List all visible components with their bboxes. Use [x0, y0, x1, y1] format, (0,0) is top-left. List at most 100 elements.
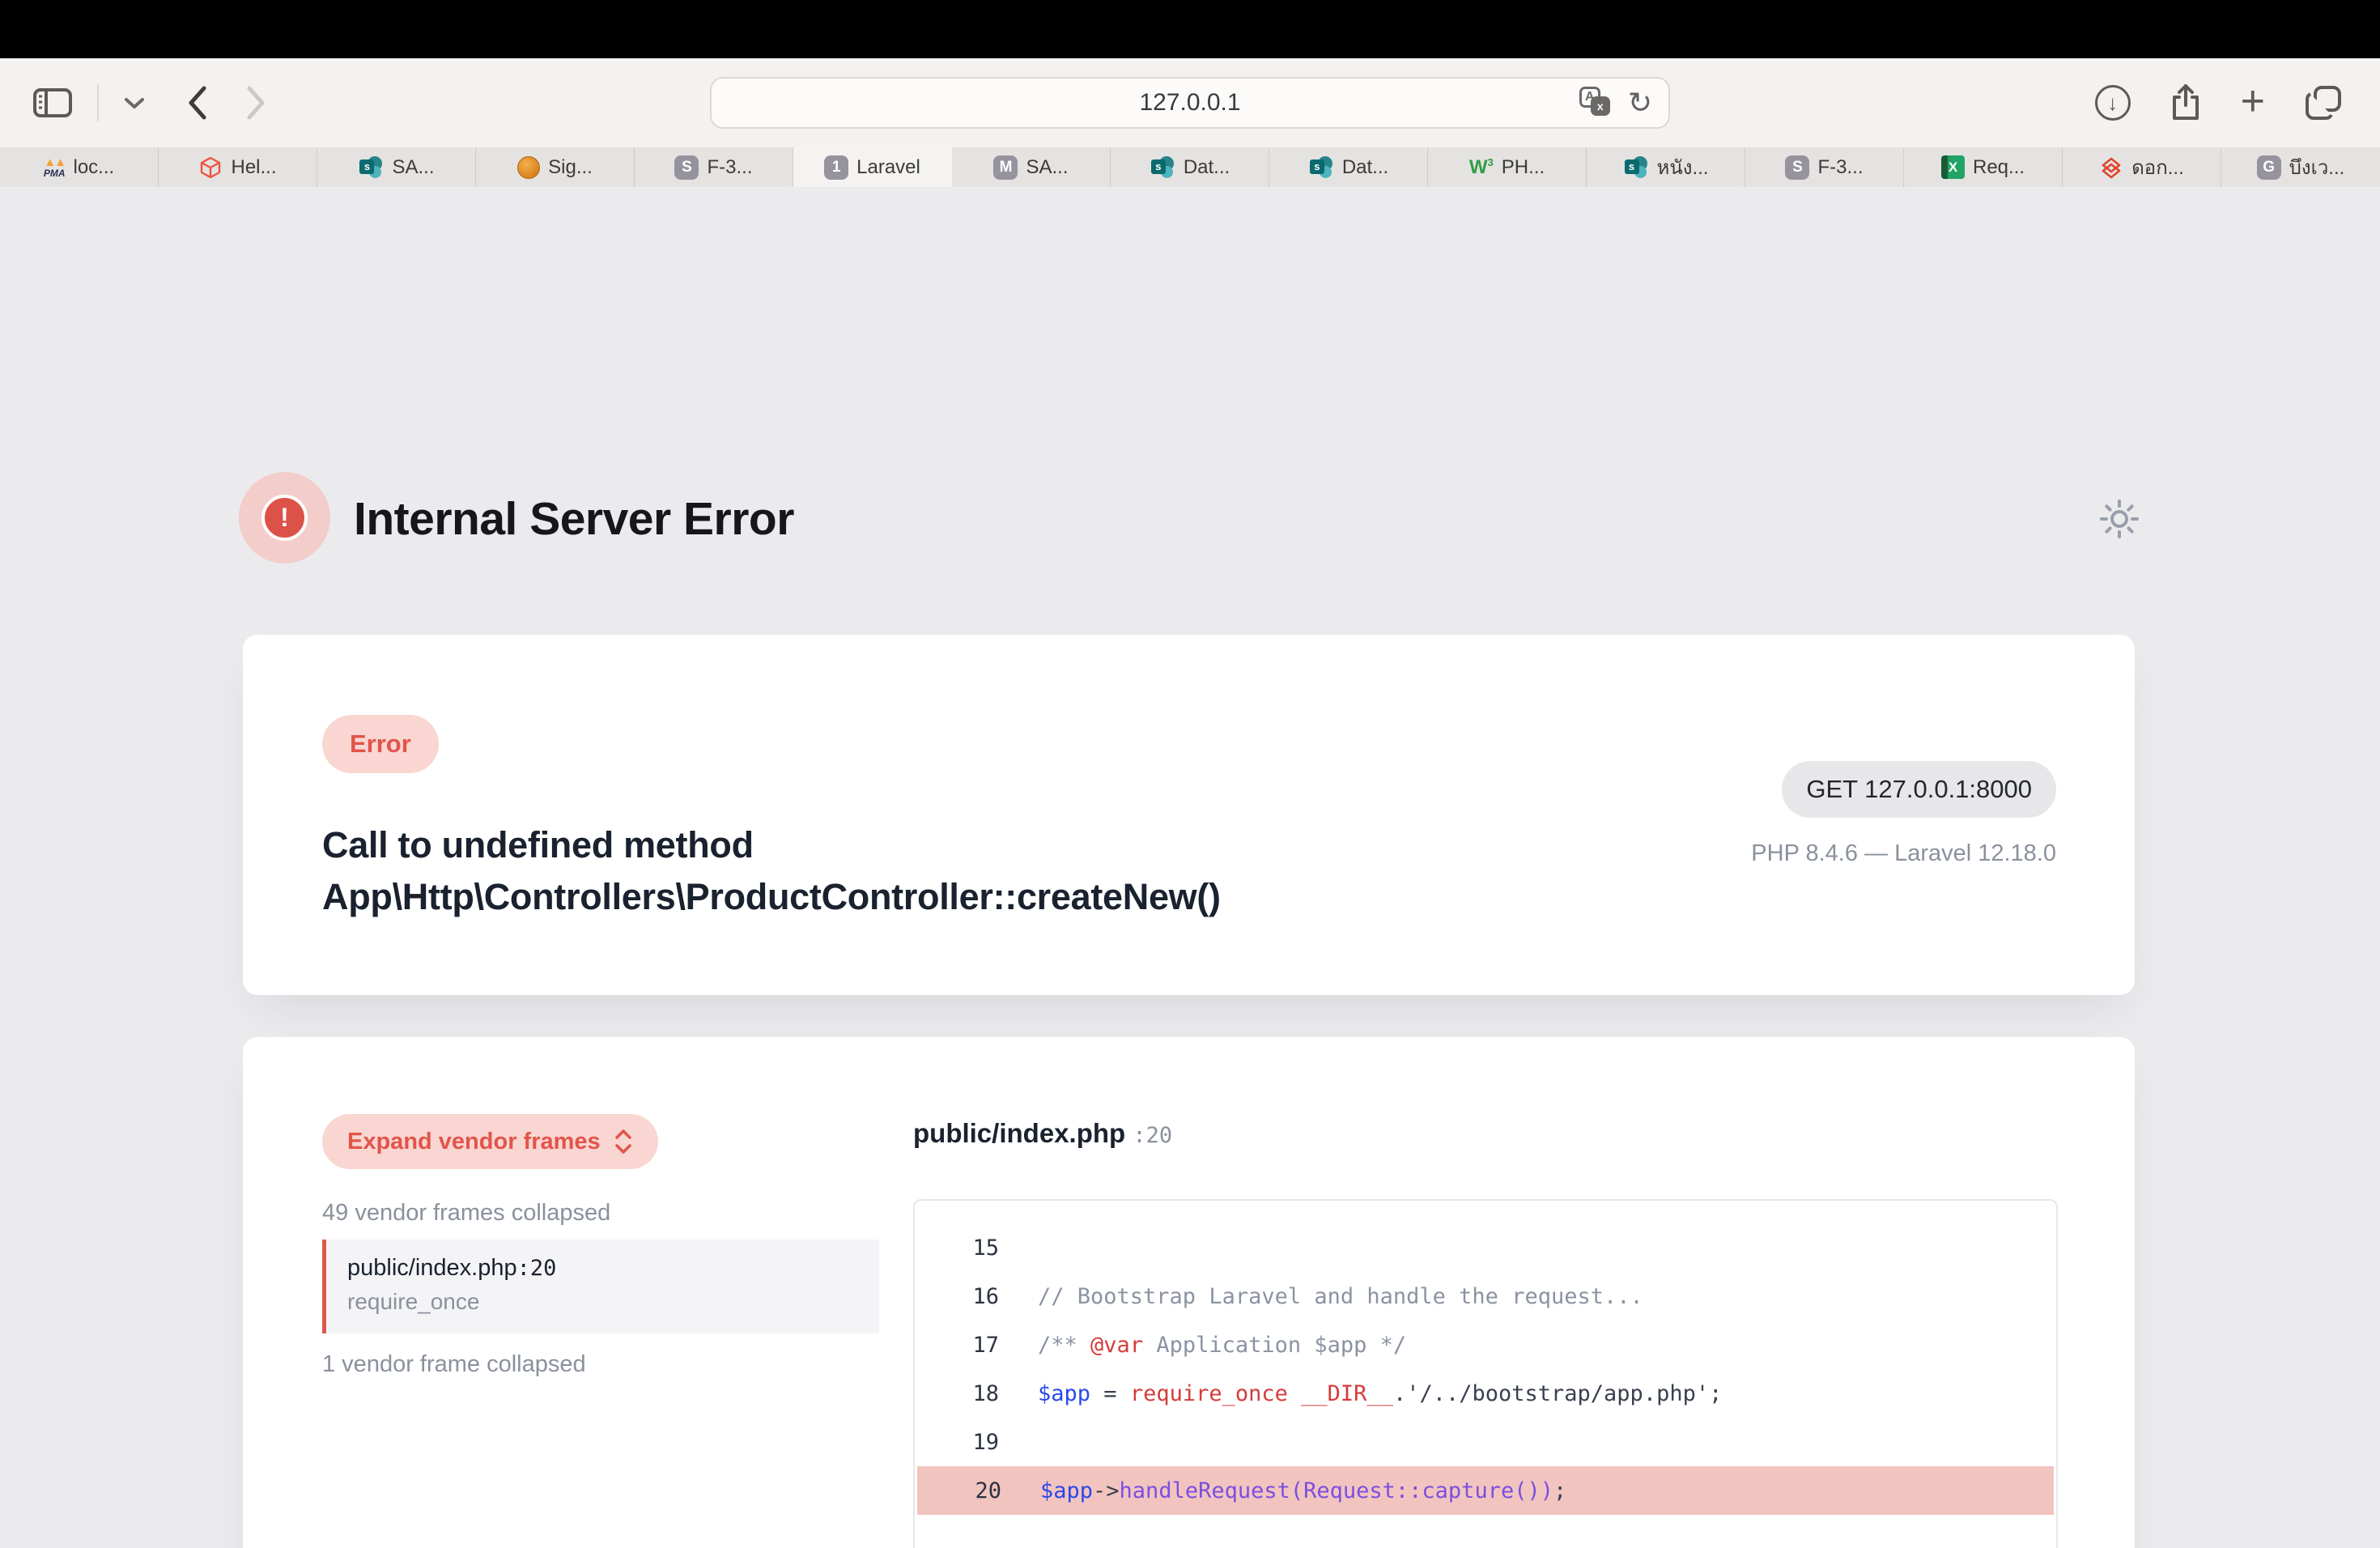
- theme-toggle-sun-icon[interactable]: [2098, 498, 2140, 540]
- tab-label: SA...: [1026, 156, 1068, 179]
- version-info: PHP 8.4.6 — Laravel 12.18.0: [1751, 840, 2056, 867]
- tab-1[interactable]: ▲▲PMA loc...: [0, 147, 159, 187]
- code-text: $app->handleRequest(Request::capture());: [1040, 1478, 1566, 1503]
- expand-vendor-frames-button[interactable]: Expand vendor frames: [322, 1114, 658, 1169]
- exclamation-icon: !: [261, 495, 308, 541]
- back-icon[interactable]: [185, 83, 209, 122]
- tab-4[interactable]: Sig...: [476, 147, 635, 187]
- tab-label: บึงเว...: [2289, 151, 2345, 183]
- tab-label: หนัง...: [1657, 151, 1709, 183]
- url-text: 127.0.0.1: [1139, 89, 1240, 117]
- tab-label: SA...: [392, 156, 434, 179]
- frame-file: public/index.php:20: [347, 1255, 879, 1282]
- tab-11[interactable]: s หนัง...: [1587, 147, 1745, 187]
- tab-overview-icon[interactable]: [2304, 84, 2343, 121]
- tab-10[interactable]: W3 PH...: [1428, 147, 1587, 187]
- reload-icon[interactable]: ↻: [1628, 88, 1652, 117]
- code-text: // Bootstrap Laravel and handle the requ…: [1038, 1284, 1643, 1309]
- tab-14[interactable]: ดอก...: [2063, 147, 2221, 187]
- code-line-20-highlighted: 20 $app->handleRequest(Request::capture()…: [917, 1466, 2054, 1515]
- vendor-frames-collapsed-bottom: 1 vendor frame collapsed: [322, 1351, 586, 1378]
- laravel-icon: [198, 155, 223, 180]
- error-message: Call to undefined method App\Http\Contro…: [322, 819, 1221, 923]
- tab-9[interactable]: s Dat...: [1269, 147, 1428, 187]
- stack-frame-item[interactable]: public/index.php:20 require_once: [322, 1240, 879, 1333]
- tab-label: F-3...: [1817, 156, 1863, 179]
- letter-badge-icon: 1: [824, 155, 848, 180]
- tab-2[interactable]: Hel...: [159, 147, 317, 187]
- letter-badge-icon: S: [1785, 155, 1809, 180]
- screen: 127.0.0.1 A x ↻ ↓ + ▲▲PMAloc...Hel...sSA…: [0, 0, 2380, 1548]
- error-type-badge: Error: [322, 715, 439, 773]
- letter-badge-icon: S: [674, 155, 699, 180]
- tab-13[interactable]: X Req...: [1904, 147, 2063, 187]
- tab-label: F-3...: [707, 156, 752, 179]
- tab-8[interactable]: s Dat...: [1111, 147, 1269, 187]
- code-file-header: public/index.php :20: [913, 1118, 1172, 1149]
- sharepoint-icon: s: [358, 155, 384, 181]
- line-number: 19: [915, 1430, 999, 1455]
- share-icon[interactable]: [2170, 83, 2202, 123]
- line-number: 17: [915, 1333, 999, 1358]
- frame-method: require_once: [347, 1289, 879, 1315]
- tab-label: ดอก...: [2131, 151, 2184, 183]
- code-line-15: 15: [915, 1223, 2056, 1272]
- sharepoint-icon: s: [1150, 155, 1175, 181]
- forward-icon[interactable]: [244, 83, 269, 122]
- line-number: 18: [915, 1381, 999, 1406]
- tab-label: PH...: [1502, 156, 1545, 179]
- line-number: 16: [915, 1284, 999, 1309]
- code-line-19: 19: [915, 1418, 2056, 1466]
- translate-icon[interactable]: A x: [1579, 85, 1615, 121]
- tab-7[interactable]: M SA...: [952, 147, 1111, 187]
- expand-chevrons-icon: [614, 1128, 633, 1155]
- tab-bar: ▲▲PMA loc... Hel... s SA... Sig... S F-3... 1 Lar…: [0, 147, 2380, 187]
- sharepoint-icon: s: [1623, 155, 1649, 181]
- code-line-16: 16 // Bootstrap Laravel and handle the re…: [915, 1272, 2056, 1320]
- page-title: Internal Server Error: [354, 492, 794, 546]
- request-badge: GET 127.0.0.1:8000: [1782, 761, 2056, 818]
- code-text: $app = require_once __DIR__.'/../bootstr…: [1038, 1381, 1722, 1406]
- error-summary-card: Error Call to undefined method App\Http\…: [243, 635, 2135, 995]
- tab-6-active[interactable]: 1 Laravel: [793, 147, 952, 187]
- tab-5[interactable]: S F-3...: [635, 147, 793, 187]
- line-number: 15: [915, 1235, 999, 1261]
- sharepoint-icon: s: [1308, 155, 1334, 181]
- code-text: /** @var Application $app */: [1038, 1333, 1406, 1358]
- code-line-17: 17 /** @var Application $app */: [915, 1320, 2056, 1369]
- phpmyadmin-icon: ▲▲PMA: [44, 156, 66, 178]
- error-message-line2: App\Http\Controllers\ProductController::…: [322, 871, 1221, 923]
- red-chevrons-icon: [2099, 155, 2123, 180]
- tab-label: Hel...: [231, 156, 276, 179]
- excel-icon: X: [1941, 155, 1965, 179]
- letter-badge-icon: M: [993, 155, 1018, 180]
- letter-badge-icon: G: [2257, 155, 2281, 180]
- w3schools-icon: W3: [1469, 157, 1494, 177]
- vendor-frames-collapsed-top: 49 vendor frames collapsed: [322, 1200, 610, 1227]
- new-tab-icon[interactable]: +: [2241, 80, 2265, 122]
- tab-12[interactable]: S F-3...: [1745, 147, 1904, 187]
- tab-label: Dat...: [1342, 156, 1388, 179]
- stack-trace-card: Expand vendor frames 49 vendor frames co…: [243, 1037, 2135, 1548]
- download-icon[interactable]: ↓: [2095, 85, 2131, 121]
- tab-label: loc...: [73, 156, 114, 179]
- error-page: ! Internal Server Error Error Call to un…: [0, 187, 2380, 1548]
- tab-label: Req...: [1973, 156, 2025, 179]
- orange-badge-icon: [517, 156, 540, 179]
- error-message-line1: Call to undefined method: [322, 819, 1221, 871]
- alert-icon: !: [239, 472, 330, 563]
- tab-label: Dat...: [1184, 156, 1230, 179]
- address-bar[interactable]: 127.0.0.1 A x ↻: [710, 77, 1670, 129]
- toolbar-divider: [97, 84, 99, 121]
- browser-toolbar: 127.0.0.1 A x ↻ ↓ +: [0, 58, 2380, 147]
- tab-label: Sig...: [548, 156, 593, 179]
- line-number: 20: [917, 1478, 1001, 1503]
- sidebar-icon[interactable]: [32, 87, 73, 119]
- macos-menubar: [0, 0, 2380, 58]
- chevron-down-icon[interactable]: [123, 96, 146, 110]
- tab-3[interactable]: s SA...: [317, 147, 476, 187]
- tab-15[interactable]: G บึงเว...: [2221, 147, 2380, 187]
- code-line-18: 18 $app = require_once __DIR__.'/../boots…: [915, 1369, 2056, 1418]
- tab-label: Laravel: [856, 156, 920, 179]
- code-snippet: 15 16 // Bootstrap Laravel and handle the …: [913, 1199, 2058, 1548]
